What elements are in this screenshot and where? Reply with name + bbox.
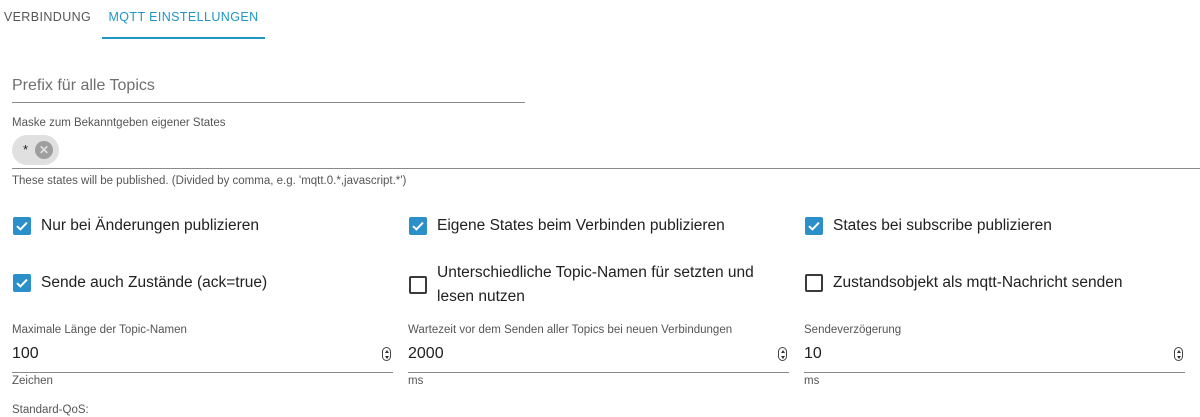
sendeverzoegerung-field: Sendeverzögerung 10 ms: [804, 324, 1185, 394]
max-topic-length-input[interactable]: 100: [12, 344, 393, 373]
checkbox-label-line1: Unterschiedliche Topic-Namen für setzten…: [437, 264, 754, 281]
checkbox-checked-icon[interactable]: [409, 217, 427, 235]
tab-verbindung[interactable]: VERBINDUNG: [0, 0, 95, 40]
checkbox-unterschiedliche-topic-namen[interactable]: Unterschiedliche Topic-Namen für setzten…: [408, 261, 768, 309]
field-helper: Zeichen: [12, 375, 53, 387]
tab-mqtt-einstellungen[interactable]: MQTT EINSTELLUNGEN: [102, 0, 265, 40]
checkbox-nur-bei-aenderungen[interactable]: Nur bei Änderungen publizieren: [12, 214, 312, 238]
field-label: Maximale Länge der Topic-Namen: [12, 324, 187, 336]
wartezeit-field: Wartezeit vor dem Senden aller Topics be…: [408, 324, 789, 394]
field-value: 100: [12, 345, 39, 362]
chip-label: *: [23, 142, 29, 157]
checkbox-zustandsobjekt-mqtt[interactable]: Zustandsobjekt als mqtt-Nachricht senden: [804, 271, 1134, 295]
field-helper: ms: [804, 375, 820, 387]
field-label: Sendeverzögerung: [804, 324, 902, 336]
sendeverzoegerung-input[interactable]: 10: [804, 344, 1185, 373]
spinner-arrows-icon[interactable]: [778, 347, 787, 361]
mask-underline: [12, 168, 1200, 169]
checkbox-label: Eigene States beim Verbinden publizieren: [437, 217, 725, 234]
prefix-field[interactable]: [12, 66, 525, 103]
wartezeit-input[interactable]: 2000: [408, 344, 789, 373]
checkbox-eigene-states-verbinden[interactable]: Eigene States beim Verbinden publizieren: [408, 214, 748, 238]
spinner-arrows-icon[interactable]: [382, 347, 391, 361]
checkbox-unchecked-icon[interactable]: [805, 274, 823, 292]
spinner-arrows-icon[interactable]: [1174, 347, 1183, 361]
checkbox-label: States bei subscribe publizieren: [833, 217, 1052, 234]
active-tab-indicator: [102, 37, 265, 39]
field-label: Wartezeit vor dem Senden aller Topics be…: [408, 324, 733, 336]
checkbox-label-line2: lesen nutzen: [437, 288, 525, 305]
cancel-circle-icon[interactable]: ✕: [35, 141, 53, 159]
prefix-input[interactable]: [12, 66, 525, 95]
checkbox-label: Sende auch Zustände (ack=true): [41, 274, 268, 291]
field-value: 2000: [408, 345, 444, 362]
checkbox-label: Nur bei Änderungen publizieren: [41, 217, 260, 234]
tab-bar: VERBINDUNG MQTT EINSTELLUNGEN: [0, 0, 1200, 40]
mask-label: Maske zum Bekanntgeben eigener States: [12, 117, 226, 129]
checkbox-checked-icon[interactable]: [13, 274, 31, 292]
mask-helper-text: These states will be published. (Divided…: [12, 175, 407, 187]
checkbox-states-bei-subscribe[interactable]: States bei subscribe publizieren: [804, 214, 1074, 238]
mask-chip[interactable]: * ✕: [12, 135, 59, 165]
checkbox-checked-icon[interactable]: [13, 217, 31, 235]
checkbox-unchecked-icon[interactable]: [409, 276, 427, 294]
qos-label: Standard-QoS:: [12, 404, 89, 416]
field-helper: ms: [408, 375, 424, 387]
field-value: 10: [804, 345, 822, 362]
checkbox-checked-icon[interactable]: [805, 217, 823, 235]
checkbox-label: Zustandsobjekt als mqtt-Nachricht senden: [833, 274, 1123, 291]
checkbox-sende-auch-zustaende[interactable]: Sende auch Zustände (ack=true): [12, 271, 292, 295]
max-topic-length-field: Maximale Länge der Topic-Namen 100 Zeich…: [12, 324, 393, 394]
